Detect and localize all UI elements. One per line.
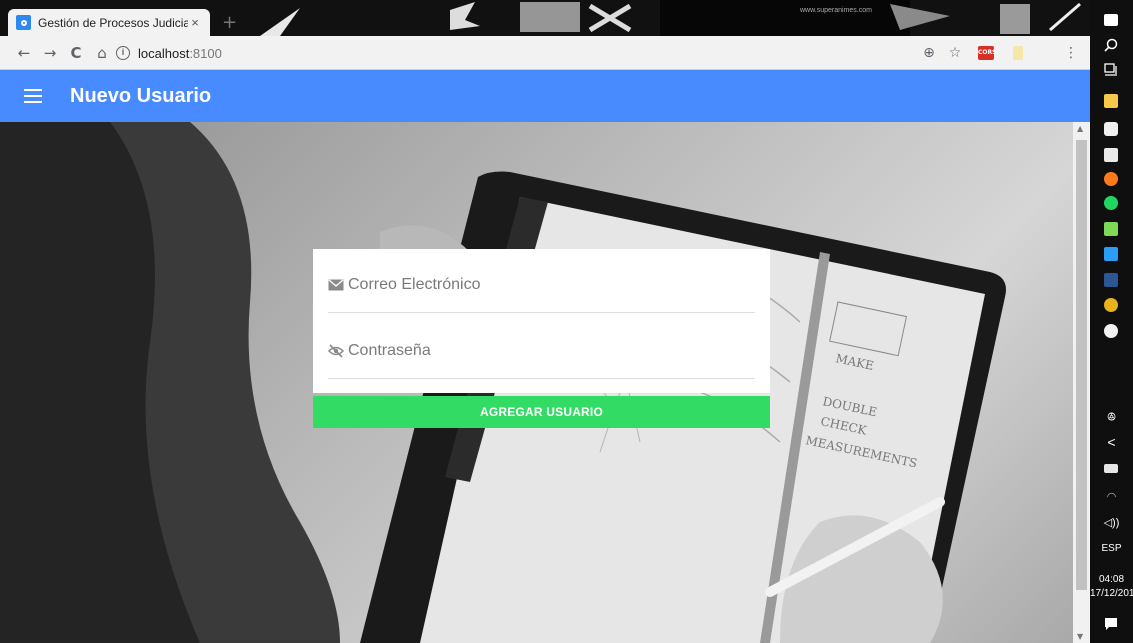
vscode-icon[interactable] [1104,247,1118,261]
spotify-icon[interactable] [1104,196,1118,210]
language-indicator[interactable]: ESP [1090,543,1133,554]
url-host: localhost [138,45,190,61]
info-icon[interactable]: i [116,46,130,60]
volume-icon[interactable]: ◁)) [1090,516,1133,529]
clock-time[interactable]: 04:08 [1090,573,1133,586]
task-view-icon[interactable] [1104,14,1118,26]
page-title: Nuevo Usuario [70,84,212,107]
tab-title: Gestión de Procesos Judiciales [38,15,188,30]
add-user-button[interactable]: AGREGAR USUARIO [313,396,770,428]
wifi-icon[interactable]: ◠ [1090,490,1133,503]
extension-icon[interactable] [1013,46,1023,60]
browser-tab[interactable]: Gestión de Procesos Judiciales × [8,9,210,36]
password-input[interactable] [348,341,728,360]
background-banner: www.superanimes.com [260,0,1090,36]
ionic-favicon-icon [16,15,31,30]
new-user-form [313,249,770,393]
mail-icon[interactable] [1104,148,1118,162]
windows-taskbar: ꔮ < ◠ ◁)) ESP 04:08 17/12/201 [1090,0,1133,643]
clock-date[interactable]: 17/12/201 [1090,587,1133,600]
chevron-icon[interactable]: < [1090,434,1133,450]
people-icon[interactable]: ꔮ [1090,410,1133,425]
notification-icon[interactable] [1104,617,1118,631]
address-bar[interactable]: i localhost:8100 [116,41,956,65]
scrollbar-thumb[interactable] [1076,140,1087,590]
email-input[interactable] [348,275,728,294]
reload-icon[interactable]: C [66,43,86,63]
chrome-icon[interactable] [1104,298,1118,312]
email-field[interactable] [328,257,755,313]
chrome-menu-icon[interactable]: ⋮ [1062,44,1080,62]
battery-icon[interactable] [1104,464,1118,473]
scroll-up-icon[interactable]: ▲ [1077,124,1083,133]
tab-close-icon[interactable]: × [188,15,202,30]
forward-arrow-icon[interactable]: → [40,43,60,63]
file-explorer-icon[interactable] [1104,94,1118,108]
zoom-icon[interactable]: ⊕ [920,44,938,62]
url-text[interactable]: localhost:8100 [138,46,222,61]
app-header: Nuevo Usuario [0,70,1090,122]
timeline-icon[interactable] [1104,63,1118,77]
store-icon[interactable] [1104,122,1118,136]
eye-off-icon [328,343,344,358]
emoji-icon[interactable] [1104,324,1118,338]
mail-icon [328,279,344,290]
back-arrow-icon[interactable]: ← [14,43,34,63]
new-tab-button[interactable]: + [222,12,237,33]
browser-toolbar: ← → C ⌂ i localhost:8100 ⊕ ☆ CORS ⋮ [0,36,1090,70]
password-field[interactable] [328,323,755,379]
scroll-down-icon[interactable]: ▼ [1077,632,1083,641]
notepad-icon[interactable] [1104,222,1118,236]
page-scrollbar[interactable]: ▲ ▼ [1073,122,1090,643]
home-icon[interactable]: ⌂ [92,43,112,63]
watermark-text: www.superanimes.com [799,7,872,14]
firefox-icon[interactable] [1104,172,1118,186]
cors-extension-icon[interactable]: CORS [978,46,996,60]
url-port: :8100 [189,45,222,61]
hamburger-menu-icon[interactable] [24,89,42,103]
tab-strip: www.superanimes.com Gestión de Procesos … [0,0,1090,36]
search-icon[interactable] [1104,38,1118,52]
bookmark-star-icon[interactable]: ☆ [946,44,964,62]
word-icon[interactable] [1104,273,1118,287]
